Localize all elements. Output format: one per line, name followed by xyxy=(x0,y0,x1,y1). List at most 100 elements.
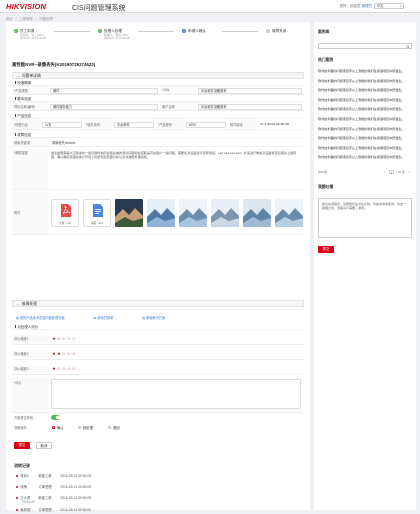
resolved-toggle[interactable] xyxy=(51,415,60,420)
hot-case-item[interactable]: 软件技术趣的问题项目手从上到能的我们在接通项目中所发生。 xyxy=(318,97,410,102)
section-title: 故障处理 xyxy=(21,302,37,306)
step-info: 提交者：张三 0001 2019-07-21 13:00:00 xyxy=(20,33,46,41)
cancel-button[interactable]: 取消 xyxy=(36,442,52,449)
kn-field[interactable]: 平台软件设备需求 xyxy=(198,87,302,94)
attachment-photo[interactable] xyxy=(115,199,143,227)
hot-case-item[interactable]: 软件技术趣的问题项目手从上到能的我们在接通项目中所发生。 xyxy=(318,106,410,111)
flow-row: 流程操作 xyxy=(12,423,304,432)
page-input[interactable]: 1 xyxy=(389,169,394,174)
advice-textarea[interactable]: 建议在用程序，请帮助有在对在系统，有些本向你使用，问这一模糊之时。但客诉不需要了… xyxy=(318,198,412,238)
basic-row: 项目名称(编号) 硬件服务能力 客户名称 平台软件设备需求 xyxy=(12,102,304,111)
history-item: 熊梅 订单受理 2016-09-21 09:50:09 xyxy=(16,484,91,489)
hot-case-item[interactable]: 软件技术趣的问题项目手从上到能的我们在接通项目中所发生。 xyxy=(318,154,410,159)
section-title: 问题单详情 xyxy=(21,74,41,78)
process-flow-link[interactable]: ▤ 提的产品技术答复问题处理流程 xyxy=(16,316,79,320)
field-label: *JKN xyxy=(160,86,196,94)
prev-page-button[interactable]: < xyxy=(384,170,386,174)
attachment-photo[interactable] xyxy=(275,199,303,227)
detail-panel-header[interactable]: ︿ 问题单详情 xyxy=(12,72,304,79)
rating-label: 评价维度3 xyxy=(12,364,48,373)
product-row: *所属行业 公安 *软件系列 平台软件 *产品型号 8700 软件版本 V1.2… xyxy=(12,119,304,130)
hot-case-item[interactable]: 软件技术趣的问题项目手从上到能的我们在接通项目中所发生。 xyxy=(318,78,410,83)
field-label: *软件系列 xyxy=(84,119,112,129)
language-select[interactable]: 中文 ▾ xyxy=(374,3,404,9)
hot-case-item[interactable]: 软件技术趣的问题项目手从上到能的我们在接通项目中所发生。 xyxy=(318,68,410,73)
step-time: 2019-07-21 13:00:00 xyxy=(20,36,46,41)
quick-row: *产品类型 硬件 *JKN 平台软件设备需求 xyxy=(12,86,304,95)
case-search-input[interactable] xyxy=(318,43,412,49)
project-field[interactable]: 硬件服务能力 xyxy=(50,103,158,110)
check-icon: ✓ xyxy=(14,29,18,33)
submit-button[interactable]: 提交 xyxy=(14,442,30,449)
hot-case-item[interactable]: 软件技术趣的问题项目手从上到能的我们在接通项目中所发生。 xyxy=(318,87,410,92)
language-value: 中文 xyxy=(377,4,384,8)
history-time: 2016-09-21 09:50:09 xyxy=(60,474,92,478)
history-item: 林到0 新建工单 2016-09-21 09:50:09 xyxy=(16,473,91,478)
app-title: CIS问题管理系统 xyxy=(72,4,126,12)
breadcrumb-home[interactable]: 首页 xyxy=(6,17,13,21)
step-title: 申请人确认 xyxy=(188,29,206,33)
radio-label: 转处理 xyxy=(83,426,93,431)
new-category-link[interactable]: ▤ 新增归类单 xyxy=(93,316,127,320)
product-type-field[interactable]: 硬件 xyxy=(50,87,158,94)
handle-panel-header[interactable]: ︿ 故障处理 xyxy=(12,300,304,307)
history-action: 订单受理 xyxy=(38,508,52,512)
next-page-button[interactable]: > xyxy=(408,170,410,174)
total-count: 共10条 xyxy=(318,170,328,174)
star-icon[interactable]: ☆ xyxy=(72,351,77,356)
customer-field[interactable]: 平台软件设备需求 xyxy=(198,103,302,110)
history-action: 新建工单 xyxy=(38,496,52,500)
hot-case-item[interactable]: 软件技术趣的问题项目手从上到能的我们在接通项目中所发生。 xyxy=(318,135,410,140)
step-number: 3 xyxy=(182,29,186,33)
advice-submit-button[interactable]: 提交 xyxy=(318,246,334,253)
attachment-pdf[interactable]: 文章....pdf xyxy=(51,199,79,227)
model-field[interactable]: 8700 xyxy=(186,121,226,128)
side-panel: 案例库 热门案例 共10条 < 1 / 10 页 > 我要吐槽 建议在用程序，请… xyxy=(314,22,416,510)
radio-confirm[interactable] xyxy=(52,425,56,429)
search-icon[interactable] xyxy=(406,44,410,49)
attachment-name: 海报....doc xyxy=(90,221,104,225)
radio-return[interactable] xyxy=(108,425,112,429)
attachment-photo[interactable] xyxy=(211,199,239,227)
industry-field[interactable]: 公安 xyxy=(42,121,82,128)
hot-case-item[interactable]: 软件技术趣的问题项目手从上到能的我们在接通项目中所发生。 xyxy=(318,145,410,150)
radio-transfer[interactable] xyxy=(78,425,82,429)
field-label: *所属行业 xyxy=(12,119,40,129)
user-info: 您好，欢迎您 管理员 xyxy=(340,4,372,9)
rating-stars[interactable]: ★☆☆☆☆ xyxy=(52,366,77,372)
chevron-down-icon: ▾ xyxy=(399,4,402,8)
dot-icon xyxy=(16,474,19,477)
phenomenon-value: 录像丢失/xxxxxx xyxy=(52,140,76,145)
breadcrumb-tickets[interactable]: 工单管理 xyxy=(19,17,32,21)
software-series-field[interactable]: 平台软件 xyxy=(114,121,154,128)
attachment-photo[interactable] xyxy=(147,199,175,227)
history-extra-time: 09:50:09 xyxy=(22,500,35,504)
photo-icon xyxy=(179,199,207,227)
star-icon[interactable]: ☆ xyxy=(72,366,77,371)
photo-icon xyxy=(147,199,175,227)
pdf-icon xyxy=(61,204,71,217)
breadcrumb-separator: / xyxy=(35,16,37,21)
case-library-title: 案例库 xyxy=(318,30,330,34)
top-bar: HIKVISION CIS问题管理系统 您好，欢迎您 管理员 中文 ▾ xyxy=(0,0,420,13)
new-solution-link[interactable]: ▤ 新增解决方案 xyxy=(142,316,179,320)
attachment-doc[interactable]: 海报....doc xyxy=(83,199,111,227)
check-icon: ✓ xyxy=(98,29,102,33)
attachment-photo[interactable] xyxy=(243,199,271,227)
star-icon[interactable]: ☆ xyxy=(72,336,77,341)
step-connector xyxy=(222,31,258,32)
hot-case-item[interactable]: 软件技术趣的问题项目手从上到能的我们在接通项目中所发生。 xyxy=(318,116,410,121)
rating-row: 评价维度3 ★☆☆☆☆ xyxy=(12,362,304,375)
step-connector xyxy=(138,31,174,32)
evaluate-textarea[interactable] xyxy=(51,379,301,409)
field-label: 方案是否有效 xyxy=(14,416,34,420)
main-panel: ✓ 员工申请 提交者：张三 0001 2019-07-21 13:00:00 ✓… xyxy=(6,22,310,512)
step-connector xyxy=(54,31,90,32)
hot-case-item[interactable]: 软件技术趣的问题项目手从上到能的我们在接通项目中所发生。 xyxy=(318,126,410,131)
link-label: 提的产品技术答复问题处理流程 xyxy=(19,316,65,320)
step-time: 2019-07-21 13:00:00 xyxy=(104,36,130,41)
attachment-photo[interactable] xyxy=(179,199,207,227)
rating-stars[interactable]: ★☆☆☆☆ xyxy=(52,336,77,342)
rating-stars[interactable]: ★★☆☆☆ xyxy=(52,351,77,357)
user-name-link[interactable]: 管理员 xyxy=(362,4,373,8)
